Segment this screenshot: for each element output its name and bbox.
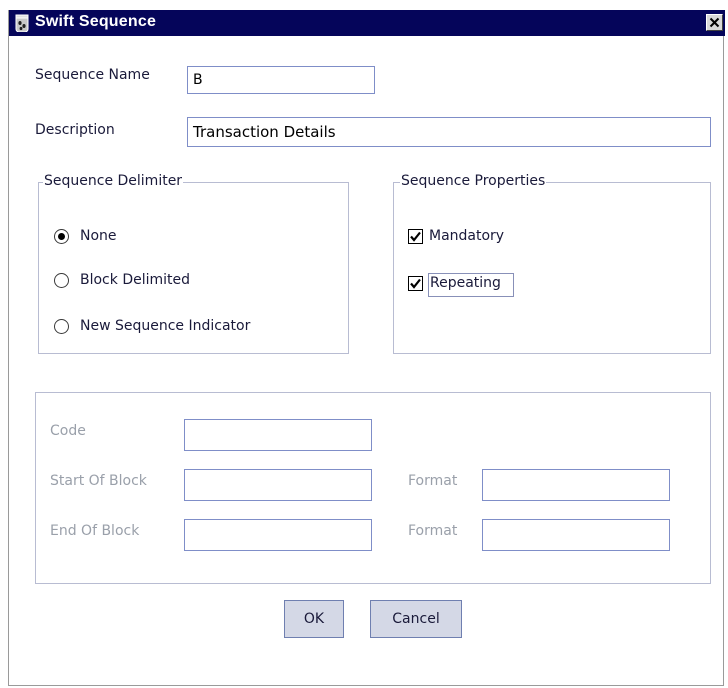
radio-new-sequence-indicator[interactable]: New Sequence Indicator — [54, 318, 334, 339]
mandatory-checkbox[interactable]: Mandatory — [408, 228, 568, 249]
code-input[interactable] — [184, 419, 372, 451]
dialog-content: Sequence Name B Description Transaction … — [9, 36, 723, 684]
cancel-button[interactable]: Cancel — [370, 600, 462, 638]
sequence-properties-title: Sequence Properties — [400, 173, 547, 189]
description-label: Description — [35, 122, 115, 138]
start-of-block-label: Start Of Block — [50, 473, 147, 489]
repeating-checkbox[interactable]: Repeating — [408, 273, 568, 297]
start-format-label: Format — [408, 473, 458, 489]
bean-jar-icon — [15, 14, 29, 32]
sequence-delimiter-title: Sequence Delimiter — [43, 173, 184, 189]
mandatory-checkbox-box[interactable] — [408, 229, 423, 244]
close-icon — [709, 17, 720, 28]
title-bar[interactable]: Swift Sequence — [9, 10, 725, 36]
code-label: Code — [50, 423, 86, 439]
radio-new-sequence-indicator-label: New Sequence Indicator — [80, 318, 251, 334]
end-of-block-input[interactable] — [184, 519, 372, 551]
radio-block-delimited-indicator[interactable] — [54, 273, 69, 288]
sequence-name-input[interactable]: B — [187, 66, 375, 94]
start-of-block-input[interactable] — [184, 469, 372, 501]
end-format-input[interactable] — [482, 519, 670, 551]
close-button[interactable] — [706, 14, 723, 31]
end-of-block-label: End Of Block — [50, 523, 140, 539]
checkmark-icon — [410, 278, 421, 289]
radio-none-indicator[interactable] — [54, 229, 69, 244]
block-settings-group: Code Start Of Block Format End Of Block … — [35, 392, 711, 584]
repeating-checkbox-box[interactable] — [408, 276, 423, 291]
start-format-input[interactable] — [482, 469, 670, 501]
radio-block-delimited[interactable]: Block Delimited — [54, 272, 274, 293]
repeating-label: Repeating — [430, 275, 501, 291]
sequence-properties-group: Sequence Properties Mandatory Repeating — [393, 173, 711, 354]
radio-block-delimited-label: Block Delimited — [80, 272, 191, 288]
radio-none-label: None — [80, 228, 117, 244]
end-format-label: Format — [408, 523, 458, 539]
radio-none[interactable]: None — [54, 228, 234, 249]
window-title: Swift Sequence — [35, 13, 157, 30]
swift-sequence-dialog: Swift Sequence Sequence Name B Descripti… — [8, 10, 725, 686]
description-input[interactable]: Transaction Details — [187, 117, 711, 147]
mandatory-label: Mandatory — [429, 228, 505, 244]
sequence-delimiter-group: Sequence Delimiter None Block Delimited … — [38, 173, 349, 354]
ok-button[interactable]: OK — [284, 600, 344, 638]
checkmark-icon — [410, 231, 421, 242]
radio-new-sequence-indicator-indicator[interactable] — [54, 319, 69, 334]
sequence-name-label: Sequence Name — [35, 67, 150, 83]
